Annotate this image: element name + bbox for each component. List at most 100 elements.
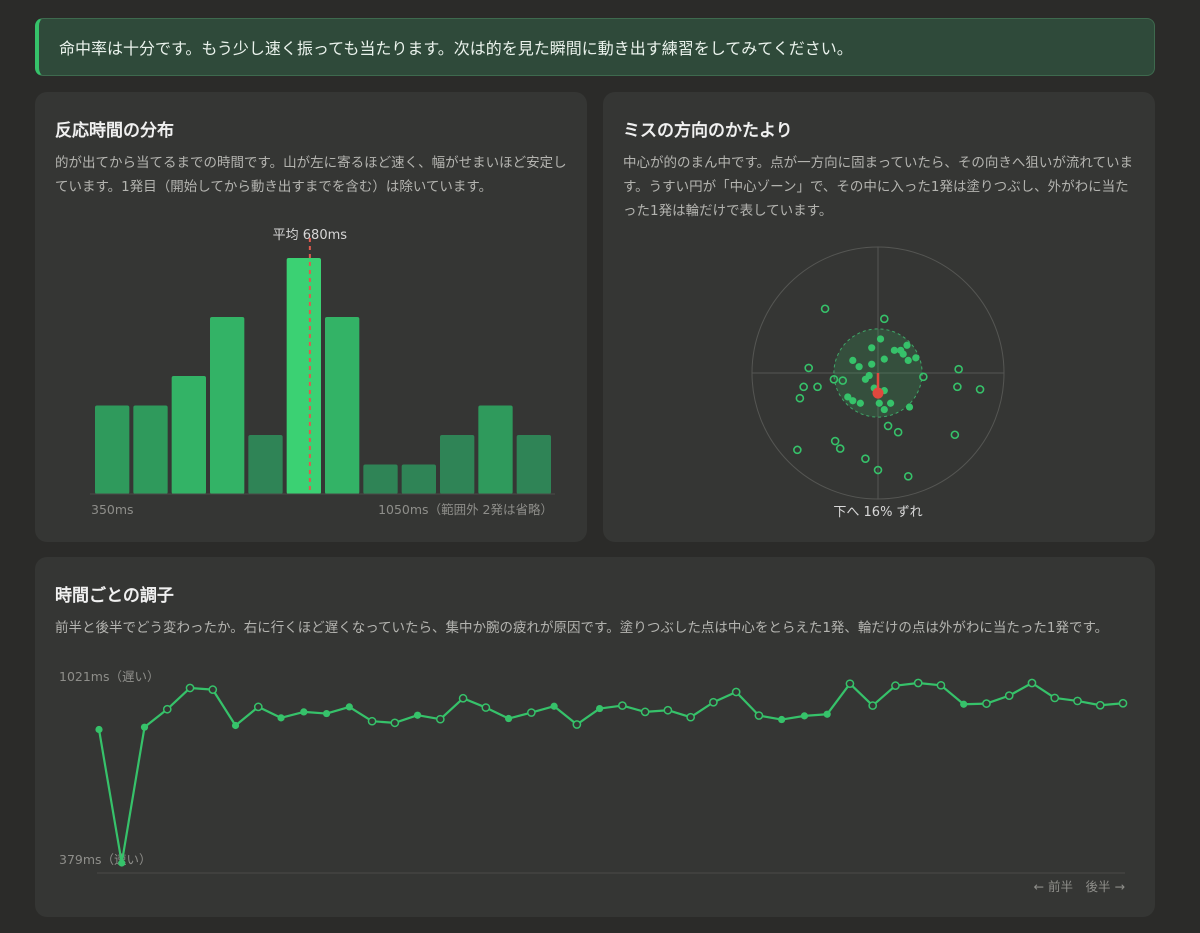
timeline-min-label: 379ms（速い）	[59, 852, 152, 867]
timeline-point-outside	[435, 714, 445, 724]
miss-point-in-zone	[897, 346, 905, 354]
miss-point-in-zone	[880, 405, 888, 414]
miss-point-in-zone	[905, 403, 914, 411]
timeline-point-hit	[413, 711, 422, 719]
histogram-card: 反応時間の分布 的が出てから当てるまでの時間です。山が左に寄るほど速く、幅がせま…	[35, 92, 587, 542]
miss-point-in-zone	[849, 397, 857, 405]
miss-point-in-zone	[868, 360, 876, 368]
hist-bar	[210, 317, 245, 494]
miss-point-outside	[950, 430, 960, 440]
miss-point-in-zone	[875, 399, 883, 407]
miss-point-outside	[975, 385, 985, 394]
timeline-point-outside	[1118, 698, 1128, 708]
timeline-point-outside	[663, 705, 673, 715]
bias-label: 下へ 16% ずれ	[833, 505, 922, 520]
timeline-point-outside	[481, 703, 491, 712]
hist-bar	[440, 435, 475, 494]
timeline-point-hit	[277, 714, 285, 722]
timeline-point-outside	[185, 683, 195, 693]
hist-bar	[478, 405, 513, 494]
timeline-point-hit	[550, 702, 558, 710]
timeline-point-hit	[505, 714, 513, 723]
hist-min-label: 350ms	[91, 502, 134, 517]
miss-scatter-chart: 下へ 16% ずれ	[751, 246, 1005, 520]
timeline-axis-label: ← 前半 後半 →	[1034, 879, 1125, 894]
miss-point-outside	[883, 421, 893, 431]
hist-max-label: 1050ms（範囲外 2発は省略）	[378, 502, 553, 517]
miss-point-in-zone	[865, 371, 873, 380]
timeline-point-outside	[1004, 691, 1014, 700]
timeline-point-outside	[527, 708, 536, 717]
timeline-point-hit	[95, 725, 103, 734]
timeline-point-hit	[300, 708, 308, 716]
timeline-series-line	[97, 681, 1124, 865]
hist-bar	[286, 258, 321, 494]
timeline-point-outside	[618, 701, 627, 710]
timeline-point-outside	[1073, 696, 1082, 706]
miss-point-outside	[804, 363, 813, 373]
hist-bar	[516, 435, 551, 494]
miss-point-in-zone	[890, 346, 898, 354]
timeline-point-outside	[686, 712, 695, 722]
timeline-point-outside	[709, 697, 718, 707]
timeline-point-outside	[253, 702, 263, 712]
timeline-chart: 1021ms（遅い） 379ms（速い） ← 前半 後半 →	[59, 669, 1128, 894]
advice-message: 命中率は十分です。もう少し速く振っても当たります。次は的を見た瞬間に動き出す練習…	[59, 39, 853, 58]
timeline-point-outside	[754, 711, 764, 720]
timeline-point-hit	[140, 723, 149, 731]
miss-point-outside	[795, 393, 805, 403]
miss-point-in-zone	[876, 335, 885, 343]
miss-point-outside	[879, 314, 889, 324]
miss-point-in-zone	[887, 399, 895, 407]
timeline-point-outside	[868, 701, 878, 710]
miss-point-in-zone	[904, 356, 912, 364]
timeline-point-outside	[1027, 678, 1037, 688]
timeline-point-hit	[596, 704, 604, 713]
miss-point-outside	[835, 444, 845, 453]
timeline-point-outside	[572, 720, 582, 729]
timeline-point-outside	[913, 678, 923, 688]
miss-point-outside	[893, 427, 903, 437]
miss-direction-card: ミスの方向のかたより 中心が的のまん中です。点が一方向に固まっていたら、その向き…	[603, 92, 1155, 542]
timeline-point-outside	[1095, 700, 1105, 710]
timeline-point-hit	[800, 712, 809, 720]
timeline-point-outside	[982, 699, 991, 708]
timeline-point-outside	[458, 693, 468, 703]
miss-point-outside	[953, 382, 962, 392]
timeline-point-hit	[778, 715, 786, 724]
timeline-point-hit	[823, 710, 831, 718]
timeline-point-hit	[231, 721, 240, 730]
timeline-point-outside	[208, 685, 218, 694]
miss-point-outside	[793, 445, 802, 455]
timeline-point-hit	[960, 700, 968, 708]
timeline-point-hit	[322, 709, 331, 718]
advice-banner: 命中率は十分です。もう少し速く振っても当たります。次は的を見た瞬間に動き出す練習…	[35, 18, 1155, 76]
bias-point	[872, 387, 884, 399]
timeline-max-label: 1021ms（遅い）	[59, 669, 160, 684]
timeline-point-outside	[640, 707, 650, 717]
hist-bar	[248, 435, 283, 494]
timeline-point-outside	[845, 679, 855, 689]
miss-point-in-zone	[856, 399, 864, 407]
hist-bar	[401, 464, 436, 494]
timeline-point-outside	[731, 687, 741, 697]
miss-point-outside	[861, 454, 870, 463]
miss-point-in-zone	[912, 354, 920, 362]
miss-point-in-zone	[855, 363, 863, 371]
miss-point-outside	[813, 382, 822, 392]
hist-bar	[363, 464, 398, 494]
timeline-point-outside	[891, 681, 900, 691]
timeline-point-outside	[367, 716, 377, 726]
timeline-point-hit	[345, 703, 353, 711]
miss-point-in-zone	[903, 341, 911, 349]
hist-bar	[325, 317, 360, 494]
miss-point-in-zone	[880, 355, 888, 363]
miss-point-outside	[820, 304, 830, 314]
hist-bar	[95, 405, 130, 494]
timeline-card: 時間ごとの調子 前半と後半でどう変わったか。右に行くほど遅くなっていたら、集中か…	[35, 557, 1155, 917]
miss-point-outside	[799, 382, 808, 392]
timeline-point-outside	[390, 718, 400, 728]
miss-point-in-zone	[868, 344, 876, 352]
miss-point-outside	[903, 472, 913, 481]
timeline-point-outside	[162, 704, 172, 714]
